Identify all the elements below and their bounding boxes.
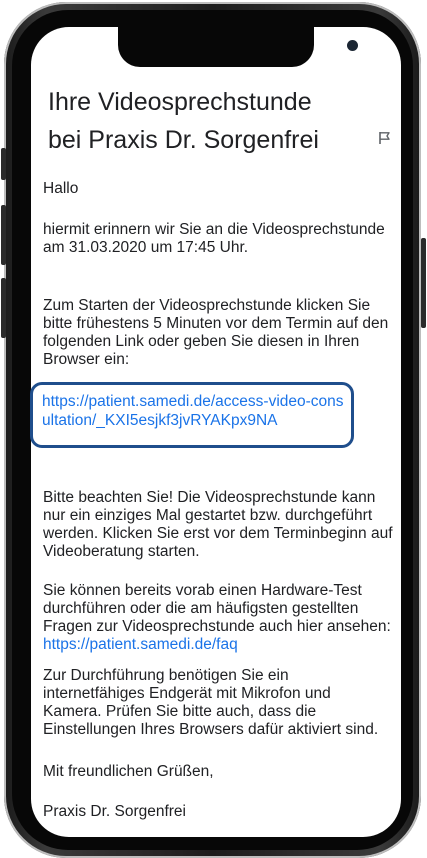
faq-link[interactable]: https://patient.samedi.de/faq xyxy=(43,636,238,653)
start-instructions: Zum Starten der Videosprechstunde klicke… xyxy=(43,297,389,368)
power-button xyxy=(421,238,426,328)
closing-text: Mit freundlichen Grüßen, xyxy=(43,763,214,780)
email-subject: Ihre Videosprechstunde bei Praxis Dr. So… xyxy=(48,88,319,154)
access-link-highlight: https://patient.samedi.de/access-video-c… xyxy=(30,382,354,448)
silent-switch xyxy=(1,148,6,180)
volume-up-button xyxy=(1,205,6,265)
notch xyxy=(118,27,358,67)
email-greeting: Hallo xyxy=(43,180,79,197)
front-camera xyxy=(347,40,358,51)
faq-paragraph: Sie können bereits vorab einen Hardware-… xyxy=(43,582,393,654)
signature-text: Praxis Dr. Sorgenfrei xyxy=(43,803,186,820)
flag-icon[interactable] xyxy=(378,131,392,145)
requirements-text: Zur Durchführung benötigen Sie ein inter… xyxy=(43,667,379,738)
reminder-text: hiermit erinnern wir Sie an die Videospr… xyxy=(43,221,385,256)
faq-text: Sie können bereits vorab einen Hardware-… xyxy=(43,582,391,635)
notice-text: Bitte beachten Sie! Die Videosprechstund… xyxy=(43,489,393,560)
access-link[interactable]: https://patient.samedi.de/access-video-c… xyxy=(42,392,348,430)
volume-down-button xyxy=(1,278,6,338)
